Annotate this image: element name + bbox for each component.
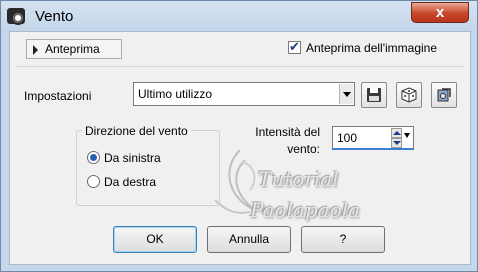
title-bar[interactable]: Vento x bbox=[1, 1, 477, 32]
window-title: Vento bbox=[35, 8, 74, 25]
wind-direction-title: Direzione del vento bbox=[82, 124, 191, 138]
settings-select-value: Ultimo utilizzo bbox=[138, 87, 213, 101]
chevron-down-icon[interactable] bbox=[404, 133, 410, 138]
radio-from-right-label[interactable]: Da destra bbox=[104, 175, 156, 189]
watermark-line-1: Tutorial bbox=[258, 167, 339, 191]
divider bbox=[16, 66, 464, 67]
triangle-right-icon bbox=[33, 45, 38, 55]
image-preview-checkbox[interactable]: ✔ bbox=[288, 39, 301, 54]
randomize-button[interactable] bbox=[396, 82, 422, 108]
save-icon bbox=[367, 88, 381, 102]
camera-icon bbox=[7, 8, 25, 25]
help-button[interactable]: ? bbox=[301, 226, 385, 253]
watermark-line-2: Paolapaola bbox=[250, 198, 360, 222]
image-preview-label[interactable]: Anteprima dell'immagine bbox=[306, 41, 437, 55]
preview-toggle-button[interactable]: Anteprima bbox=[26, 39, 122, 59]
wind-direction-group bbox=[76, 130, 220, 206]
close-button[interactable]: x bbox=[411, 2, 469, 23]
preview-toggle-label: Anteprima bbox=[45, 42, 100, 56]
radio-from-left[interactable] bbox=[87, 151, 100, 164]
spin-down-icon[interactable] bbox=[391, 138, 402, 148]
preview-bar: Anteprima ✔ Anteprima dell'immagine bbox=[16, 37, 464, 61]
reset-icon bbox=[437, 88, 451, 102]
settings-label: Impostazioni bbox=[24, 89, 92, 103]
reset-button[interactable] bbox=[431, 82, 457, 108]
checkmark-icon: ✔ bbox=[289, 39, 300, 54]
settings-select[interactable]: Ultimo utilizzo bbox=[133, 82, 355, 106]
chevron-down-icon[interactable] bbox=[339, 84, 353, 104]
dice-icon bbox=[401, 87, 417, 103]
save-preset-button[interactable] bbox=[361, 82, 387, 108]
cancel-button[interactable]: Annulla bbox=[207, 226, 291, 253]
spin-up-icon[interactable] bbox=[391, 128, 402, 138]
ok-button[interactable]: OK bbox=[113, 226, 197, 253]
radio-from-left-label[interactable]: Da sinistra bbox=[104, 151, 161, 165]
radio-from-right[interactable] bbox=[87, 175, 100, 188]
